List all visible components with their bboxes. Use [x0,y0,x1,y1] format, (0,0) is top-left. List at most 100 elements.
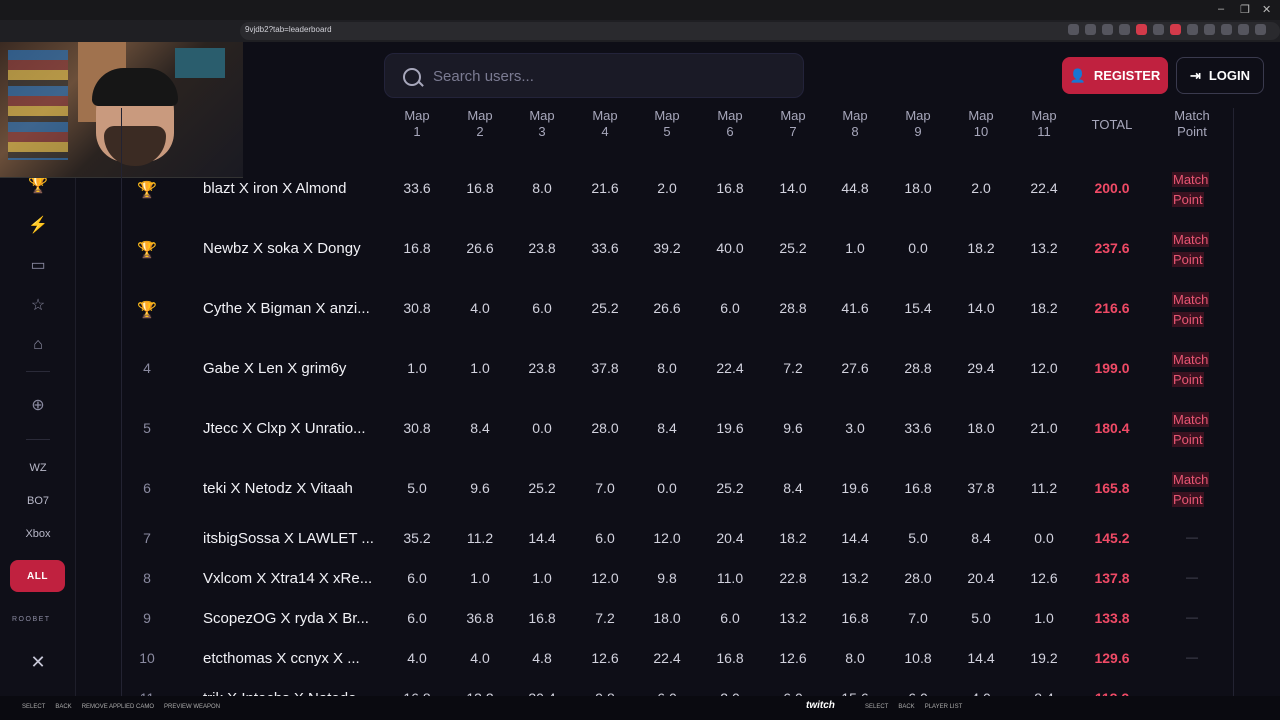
map-score-cell: 22.4 [1030,180,1058,196]
column-header-map-11[interactable]: Map 11 [1019,108,1069,140]
controller-hints-left: SELECT BACK REMOVE APPLIED CAMO PREVIEW … [22,704,220,710]
team-name[interactable]: Jtecc X Clxp X Unratio... [203,420,378,437]
column-header-map-number: 4 [601,124,609,139]
magnify-icon[interactable]: ⊕ [27,394,49,416]
extension-icon[interactable] [1119,24,1130,35]
close-window-button[interactable]: ✕ [1262,3,1271,16]
map-score-cell: 28.8 [904,360,932,376]
extension-icon[interactable] [1102,24,1113,35]
search-bar[interactable] [384,53,804,98]
login-button[interactable]: ⇥ LOGIN [1176,57,1264,94]
column-header-map-9[interactable]: Map 9 [893,108,943,140]
column-header-map-word: Map [842,108,868,123]
column-header-map-1[interactable]: Map 1 [392,108,442,140]
team-name[interactable]: Newbz X soka X Dongy [203,240,378,257]
team-name[interactable]: Vxlcom X Xtra14 X xRe... [203,570,378,587]
map-score-cell: 4.0 [470,650,490,666]
total-score: 216.6 [1094,300,1130,316]
map-score-cell: 9.6 [783,420,803,436]
menu-icon[interactable] [1255,24,1266,35]
map-score-cell: 1.0 [1034,610,1054,626]
hint-back: BACK [898,704,915,710]
webcam-cap [92,68,178,106]
match-point-word: Match [1172,472,1210,487]
sidebar: 🏆 ⚡ ▭ ☆ ⌂ ⊕ WZ BO7 Xbox ALL ROOBET ✕ [0,137,76,696]
search-input[interactable] [433,66,783,86]
column-header-total[interactable]: TOTAL [1082,117,1142,133]
table-row[interactable]: 🏆 Newbz X soka X Dongy 16.8 26.6 23.8 33.6 39.… [122,232,1235,267]
team-name[interactable]: ScopezOG X ryda X Br... [203,610,378,627]
webcam-shelf [8,50,68,160]
map-score-cell: 12.6 [779,650,807,666]
column-header-map-10[interactable]: Map 10 [956,108,1006,140]
point-word: Point [1172,492,1204,507]
point-word: Point [1172,372,1204,387]
map-score-cell: 2.0 [657,180,677,196]
map-score-cell: 25.2 [779,240,807,256]
x-logo-icon[interactable]: ✕ [28,652,48,672]
extension-icon[interactable] [1136,24,1147,35]
table-row[interactable]: 8 Vxlcom X Xtra14 X xRe... 6.0 1.0 1.0 12.0 9.… [122,570,1235,590]
game-overlay-bar: SELECT BACK REMOVE APPLIED CAMO PREVIEW … [0,696,1280,720]
lightning-icon[interactable]: ⚡ [27,214,49,236]
store-icon[interactable]: ⌂ [27,334,49,356]
column-header-match-point[interactable]: Match Point [1162,108,1222,140]
hint-back: BACK [55,704,72,710]
column-header-map-3[interactable]: Map 3 [517,108,567,140]
map-score-cell: 16.8 [841,610,869,626]
table-row[interactable]: 4 Gabe X Len X grim6y 1.0 1.0 23.8 37.8 8.0 22.… [122,352,1235,387]
bookmark-star-icon[interactable] [1085,24,1096,35]
sidebar-item-wz[interactable]: WZ [0,462,76,474]
zoom-icon[interactable] [1068,24,1079,35]
team-name[interactable]: Gabe X Len X grim6y [203,360,378,377]
column-header-map-6[interactable]: Map 6 [705,108,755,140]
table-row[interactable]: 5 Jtecc X Clxp X Unratio... 30.8 8.4 0.0 28.0… [122,412,1235,447]
extension-icon[interactable] [1221,24,1232,35]
map-score-cell: 6.0 [532,300,552,316]
ticket-icon[interactable]: ▭ [27,254,49,276]
team-name[interactable]: teki X Netodz X Vitaah [203,480,378,497]
column-header-map-7[interactable]: Map 7 [768,108,818,140]
table-row[interactable]: 6 teki X Netodz X Vitaah 5.0 9.6 25.2 7.0 0.0 2… [122,472,1235,507]
map-score-cell: 0.0 [908,240,928,256]
column-header-map-number: 5 [663,124,671,139]
table-row[interactable]: 9 ScopezOG X ryda X Br... 6.0 36.8 16.8 7.2 18… [122,610,1235,630]
team-name[interactable]: etcthomas X ccnyx X ... [203,650,378,667]
column-header-map-4[interactable]: Map 4 [580,108,630,140]
column-header-map-2[interactable]: Map 2 [455,108,505,140]
extension-icon[interactable] [1153,24,1164,35]
table-row[interactable]: 10 etcthomas X ccnyx X ... 4.0 4.0 4.8 12.6 22… [122,650,1235,670]
map-score-cell: 1.0 [407,360,427,376]
roobet-logo[interactable]: ROOBET [12,616,51,623]
map-score-cell: 18.0 [653,610,681,626]
team-name[interactable]: Cythe X Bigman X anzi... [203,300,378,317]
table-row[interactable]: 🏆 Cythe X Bigman X anzi... 30.8 4.0 6.0 25.2 2… [122,292,1235,327]
team-name[interactable]: itsbigSossa X LAWLET ... [203,530,378,547]
map-score-cell: 25.2 [591,300,619,316]
profile-avatar[interactable] [1238,24,1249,35]
column-header-map-8[interactable]: Map 8 [830,108,880,140]
table-row[interactable]: 7 itsbigSossa X LAWLET ... 35.2 11.2 14.4 6.0… [122,530,1235,550]
map-score-cell: 4.0 [470,300,490,316]
map-score-cell: 30.8 [403,420,431,436]
sidebar-item-bo7[interactable]: BO7 [0,495,76,507]
table-row[interactable]: 🏆 blazt X iron X Almond 33.6 16.8 8.0 21.6 2.0… [122,172,1235,207]
add-user-icon: 👤 [1069,67,1086,83]
downloads-icon[interactable] [1204,24,1215,35]
map-score-cell: 22.4 [653,650,681,666]
register-button[interactable]: 👤 REGISTER [1062,57,1168,94]
all-filter-button[interactable]: ALL [10,560,65,592]
sidebar-item-xbox[interactable]: Xbox [0,528,76,540]
map-score-cell: 28.8 [779,300,807,316]
column-header-map-word: Map [905,108,931,123]
map-score-cell: 30.8 [403,300,431,316]
star-icon[interactable]: ☆ [27,294,49,316]
extension-icon[interactable] [1170,24,1181,35]
map-score-cell: 15.4 [904,300,932,316]
team-name[interactable]: blazt X iron X Almond [203,180,378,197]
total-score: 199.0 [1094,360,1130,376]
minimize-button[interactable]: – [1218,3,1224,15]
maximize-button[interactable]: ❐ [1240,3,1250,16]
puzzle-icon[interactable] [1187,24,1198,35]
column-header-map-5[interactable]: Map 5 [642,108,692,140]
